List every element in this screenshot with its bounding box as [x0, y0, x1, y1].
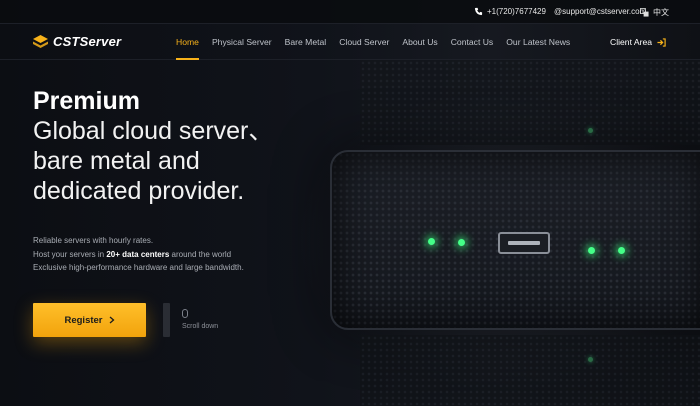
description-line: Host your servers in 20+ data centers ar…: [33, 248, 244, 262]
nav-item-home[interactable]: Home: [176, 24, 199, 60]
mouse-icon: [182, 309, 188, 318]
top-utility-bar: +1(720)7677429 @support@cstserver.com 中文: [0, 0, 700, 24]
phone-number: +1(720)7677429: [487, 7, 546, 16]
email-address: @support@cstserver.com: [554, 7, 647, 16]
scroll-down-label[interactable]: Scroll down: [182, 323, 218, 330]
server-led: [588, 357, 593, 362]
login-icon: [657, 37, 666, 47]
hero-headline: Premium Global cloud server、 bare metal …: [33, 86, 353, 206]
description-text: around the world: [169, 249, 232, 259]
logo-icon: [33, 34, 48, 48]
data-center-count: 20+ data centers: [106, 249, 170, 259]
main-navigation: CSTServer Home Physical Server Bare Meta…: [0, 24, 700, 60]
email-contact[interactable]: @support@cstserver.com: [554, 7, 646, 16]
phone-contact[interactable]: +1(720)7677429: [474, 7, 546, 16]
phone-icon: [474, 7, 483, 16]
client-area-link[interactable]: Client Area: [610, 37, 666, 47]
nav-menu: Home Physical Server Bare Metal Cloud Se…: [176, 24, 583, 60]
server-led: [618, 247, 625, 254]
description-text: Host your servers in: [33, 249, 107, 259]
nav-item-cloud-server[interactable]: Cloud Server: [339, 24, 389, 60]
nav-item-contact-us[interactable]: Contact Us: [451, 24, 494, 60]
chevron-right-icon: [109, 316, 114, 324]
server-handle: [498, 232, 550, 254]
hero-title-line: Global cloud server、: [33, 117, 274, 145]
register-label: Register: [64, 314, 103, 326]
translate-icon: [640, 8, 649, 17]
server-led: [588, 128, 593, 133]
nav-item-physical-server[interactable]: Physical Server: [212, 24, 272, 60]
language-switcher[interactable]: 中文: [640, 7, 669, 18]
server-image-bottom: [360, 335, 700, 406]
hero-description: Reliable servers with hourly rates. Host…: [33, 234, 244, 275]
client-area-label: Client Area: [610, 37, 653, 47]
server-image-top: [360, 60, 700, 145]
register-button[interactable]: Register: [33, 303, 146, 337]
hero-title-strong: Premium: [33, 87, 140, 115]
language-label: 中文: [653, 8, 669, 17]
scroll-indicator-bar: [163, 303, 170, 337]
hero-title-line: dedicated provider.: [33, 177, 245, 205]
nav-item-bare-metal[interactable]: Bare Metal: [285, 24, 327, 60]
hero-title-line: bare metal and: [33, 147, 200, 175]
server-led: [458, 239, 465, 246]
description-line: Exclusive high-performance hardware and …: [33, 263, 244, 272]
nav-item-latest-news[interactable]: Our Latest News: [506, 24, 570, 60]
server-led: [428, 238, 435, 245]
nav-item-about-us[interactable]: About Us: [402, 24, 437, 60]
server-led: [588, 247, 595, 254]
logo[interactable]: CSTServer: [33, 34, 121, 49]
description-line: Reliable servers with hourly rates.: [33, 236, 154, 245]
logo-text: CSTServer: [53, 34, 122, 49]
